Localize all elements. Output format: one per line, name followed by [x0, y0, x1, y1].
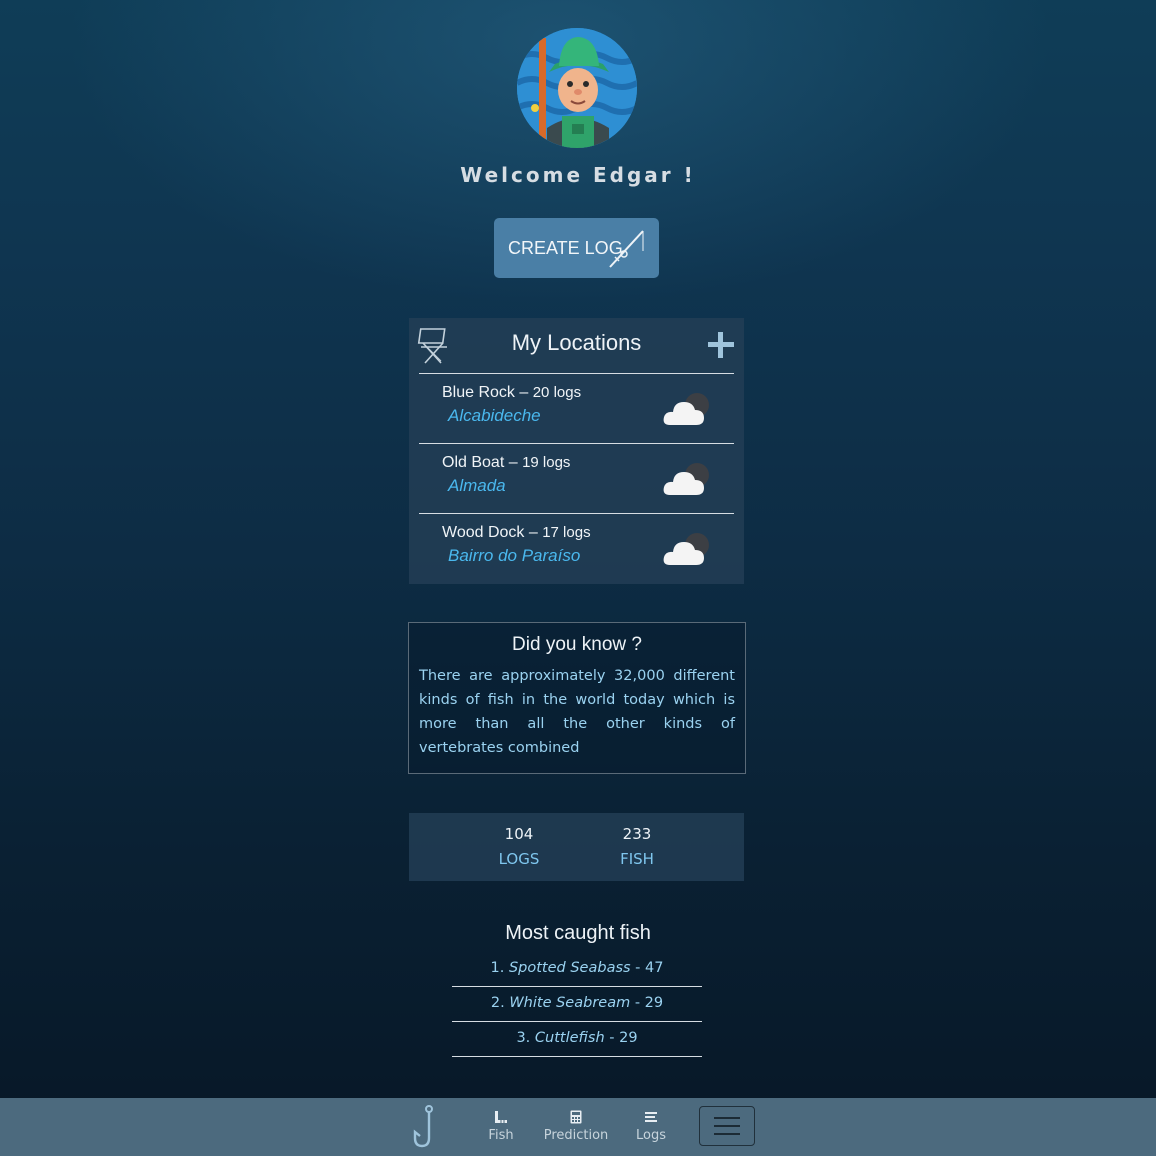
list-icon: [645, 1112, 657, 1122]
hamburger-menu-button[interactable]: [699, 1106, 755, 1146]
ruler-icon: [495, 1111, 507, 1123]
did-you-know-text: There are approximately 32,000 different…: [419, 668, 735, 756]
nav-prediction[interactable]: Prediction: [542, 1106, 610, 1143]
most-caught-list: 1. Spotted Seabass - 47 2. White Seabrea…: [452, 952, 702, 1057]
fish-rank: 3.: [516, 1030, 531, 1046]
logs-label: LOGS: [498, 850, 540, 868]
location-item[interactable]: Blue Rock – 20 logs Alcabideche: [419, 374, 734, 444]
my-locations-title: My Locations: [511, 330, 642, 355]
fish-label: FISH: [620, 850, 654, 868]
add-location-icon[interactable]: [706, 330, 736, 360]
menu-line-icon: [714, 1125, 740, 1127]
location-name: Old Boat: [442, 454, 505, 471]
fish-hook-icon: [413, 1105, 433, 1148]
bottom-nav-bar: Fish Prediction Logs: [0, 1098, 1156, 1156]
calculator-icon: [570, 1110, 582, 1124]
fish-count: 233: [622, 825, 652, 843]
fish-count: - 29: [634, 995, 664, 1011]
location-item[interactable]: Old Boat – 19 logs Almada: [419, 444, 734, 514]
fish-name: Spotted Seabass: [508, 960, 631, 976]
menu-line-icon: [714, 1133, 740, 1135]
fish-rank: 2.: [490, 995, 505, 1011]
location-name: Wood Dock: [442, 524, 525, 541]
location-logs: 17 logs: [542, 524, 591, 541]
fish-rank: 1.: [490, 960, 505, 976]
user-avatar: [517, 28, 637, 148]
fishing-rod-icon: [609, 230, 644, 268]
nav-logs[interactable]: Logs: [634, 1106, 668, 1143]
fish-name: Cuttlefish: [534, 1030, 605, 1046]
fisherman-avatar-icon: [517, 28, 637, 148]
nav-fish-label: Fish: [488, 1128, 514, 1143]
nav-prediction-label: Prediction: [543, 1128, 609, 1143]
nav-home[interactable]: [410, 1104, 442, 1154]
logs-stat[interactable]: 104 LOGS: [474, 825, 564, 868]
nav-fish[interactable]: Fish: [486, 1106, 516, 1143]
stats-panel: 104 LOGS 233 FISH: [409, 813, 744, 881]
location-city: Alcabideche: [448, 406, 541, 425]
partly-cloudy-night-icon: [663, 463, 709, 495]
did-you-know-card: Did you know ? There are approximately 3…: [408, 622, 746, 774]
location-logs: 20 logs: [532, 384, 582, 401]
welcome-heading: Welcome Edgar !: [460, 163, 696, 187]
my-locations-header: My Locations: [417, 318, 736, 374]
most-caught-title: Most caught fish: [505, 922, 651, 944]
menu-line-icon: [714, 1117, 740, 1119]
nav-logs-label: Logs: [636, 1128, 666, 1143]
fish-count: - 29: [609, 1030, 638, 1046]
location-logs: 19 logs: [522, 454, 571, 471]
location-city: Almada: [448, 476, 506, 495]
list-item[interactable]: 1. Spotted Seabass - 47: [452, 952, 702, 987]
fish-count: - 47: [635, 960, 664, 976]
partly-cloudy-night-icon: [663, 393, 709, 425]
create-log-button[interactable]: CREATE LOG: [494, 218, 659, 278]
create-log-label: CREATE LOG: [508, 237, 623, 258]
location-name: Blue Rock: [442, 384, 515, 401]
partly-cloudy-night-icon: [663, 533, 709, 565]
list-item[interactable]: 3. Cuttlefish - 29: [452, 1022, 702, 1057]
logs-count: 104: [504, 825, 534, 843]
list-item[interactable]: 2. White Seabream - 29: [452, 987, 702, 1022]
did-you-know-title: Did you know ?: [512, 634, 642, 655]
fish-name: White Seabream: [509, 995, 631, 1011]
location-city: Bairro do Paraíso: [448, 546, 581, 565]
my-locations-panel: My Locations Blue Rock – 20 logs Alcabid…: [409, 318, 744, 584]
location-item[interactable]: Wood Dock – 17 logs Bairro do Paraíso: [419, 514, 734, 584]
fish-stat[interactable]: 233 FISH: [592, 825, 682, 868]
